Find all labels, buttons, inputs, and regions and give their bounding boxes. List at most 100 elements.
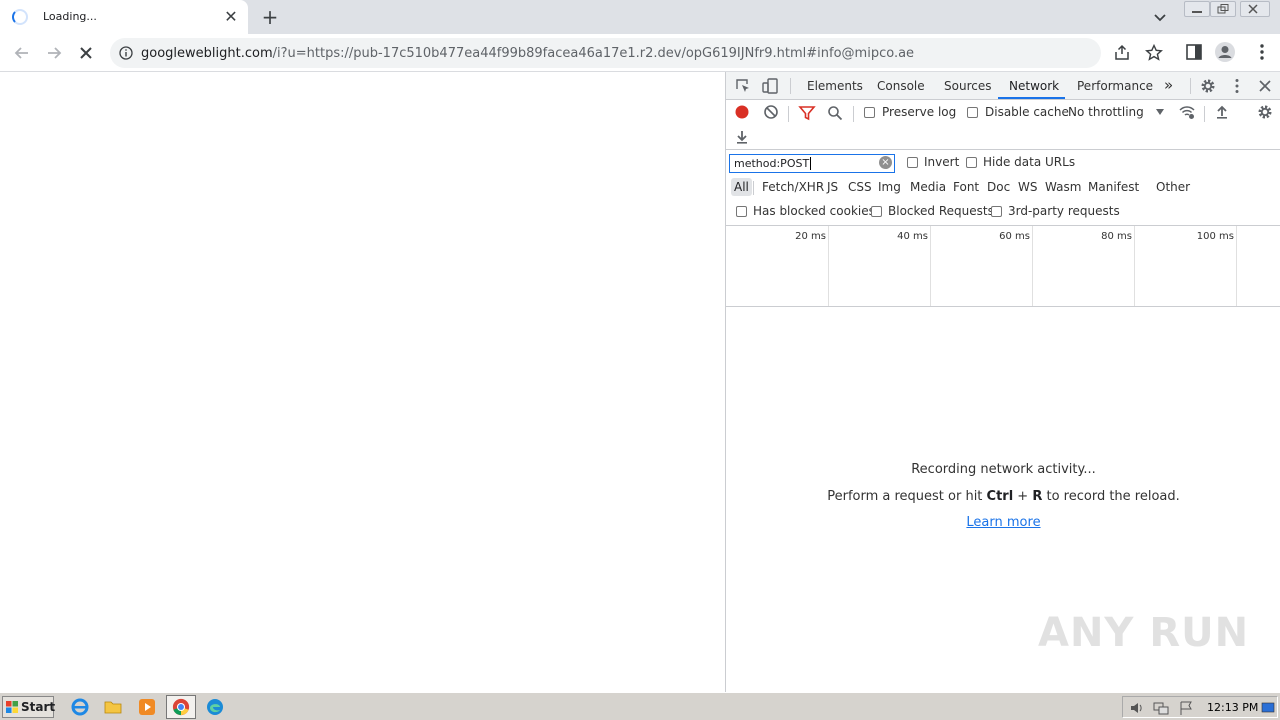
empty-state: Recording network activity... Perform a … [726,462,1280,530]
settings-gear-icon[interactable] [1199,77,1217,95]
type-filter-wasm[interactable]: Wasm [1042,178,1084,196]
network-tray-icon[interactable] [1153,700,1169,716]
edge-browser-icon[interactable] [205,697,225,717]
type-filter-doc[interactable]: Doc [984,178,1013,196]
preserve-log-label[interactable]: Preserve log [882,105,956,119]
anyrun-watermark-logo: ANY RUN [1038,610,1250,656]
tab-network[interactable]: Network [1009,79,1059,93]
tab-elements[interactable]: Elements [807,79,863,93]
network-conditions-icon[interactable] [1178,103,1196,121]
type-filter-all[interactable]: All [731,178,752,196]
blocked-requests-label[interactable]: Blocked Requests [888,204,994,218]
profile-avatar-icon[interactable] [1214,41,1236,63]
taskbar-chrome-active[interactable] [166,695,196,719]
timeline-gridline [930,226,931,306]
internet-explorer-icon[interactable] [70,697,90,717]
learn-more-link[interactable]: Learn more [966,515,1040,530]
type-filter-font[interactable]: Font [950,178,982,196]
network-overview-timeline[interactable]: 20 ms 40 ms 60 ms 80 ms 100 ms [726,226,1280,307]
active-tab-indicator [998,97,1065,99]
new-tab-button[interactable]: + [260,7,280,27]
export-har-download-icon[interactable] [733,128,751,146]
type-filter-fetch-xhr[interactable]: Fetch/XHR [759,178,827,196]
type-filter-css[interactable]: CSS [845,178,875,196]
address-bar[interactable]: googleweblight.com/i?u=https://pub-17c51… [110,38,1163,68]
show-desktop-icon[interactable] [1261,701,1275,715]
clear-icon[interactable] [762,103,780,121]
has-blocked-cookies-label[interactable]: Has blocked cookies [753,204,875,218]
type-divider [753,181,754,195]
forward-arrow-icon[interactable] [43,42,65,64]
minimize-button[interactable] [1184,1,1210,17]
stop-loading-icon[interactable] [75,42,97,64]
type-filter-ws[interactable]: WS [1015,178,1040,196]
invert-label[interactable]: Invert [924,155,959,169]
menu-kebab-icon[interactable] [1252,42,1272,62]
close-window-button[interactable] [1240,1,1270,17]
media-player-icon[interactable] [137,697,157,717]
disable-cache-checkbox[interactable] [967,107,978,118]
type-filter-media[interactable]: Media [907,178,949,196]
taskbar: Start 12:13 PM [0,692,1280,720]
network-settings-gear-icon[interactable] [1256,103,1274,121]
url-text[interactable]: googleweblight.com/i?u=https://pub-17c51… [141,46,914,61]
timeline-tick-label: 80 ms [1101,231,1132,242]
search-icon[interactable] [826,104,844,122]
timeline-gridline [1236,226,1237,306]
type-filter-img[interactable]: Img [875,178,904,196]
dropdown-triangle-icon [1156,109,1164,115]
throttling-select[interactable]: No throttling [1068,102,1168,122]
third-party-requests-label[interactable]: 3rd-party requests [1008,204,1120,218]
back-arrow-icon[interactable] [11,42,33,64]
filter-bar: method:POST × Invert Hide data URLs All … [726,150,1280,226]
bookmark-star-icon[interactable] [1144,43,1164,63]
preserve-log-checkbox[interactable] [864,107,875,118]
start-button[interactable]: Start [2,696,55,718]
action-center-flag-icon[interactable] [1178,700,1194,716]
inspect-element-icon[interactable] [734,77,752,95]
timeline-gridline [828,226,829,306]
file-explorer-folder-icon[interactable] [103,697,123,717]
side-panel-icon[interactable] [1184,42,1204,62]
blocked-requests-checkbox[interactable] [871,206,882,217]
type-filter-other[interactable]: Other [1153,178,1193,196]
import-har-upload-icon[interactable] [1213,103,1231,121]
site-info-icon[interactable] [119,46,133,60]
disable-cache-label[interactable]: Disable cache [985,105,1069,119]
browser-tab[interactable]: Loading... ✕ [0,0,248,34]
timeline-gridline [1032,226,1033,306]
hint-plus: + [1013,489,1033,504]
tab-sources[interactable]: Sources [944,79,991,93]
hint-suffix: to record the reload. [1042,489,1180,504]
has-blocked-cookies-checkbox[interactable] [736,206,747,217]
timeline-tick-label: 100 ms [1196,231,1234,242]
close-devtools-icon[interactable] [1256,77,1274,95]
filter-input-value: method:POST [734,157,810,170]
system-clock[interactable]: 12:13 PM [1207,701,1258,714]
devtools-tab-bar: Elements Console Sources Network Perform… [726,72,1280,100]
more-tabs-button[interactable]: » [1164,76,1173,94]
clear-filter-icon[interactable]: × [879,156,892,169]
timeline-tick-label: 60 ms [999,231,1030,242]
hide-data-urls-checkbox[interactable] [966,157,977,168]
tab-close-button[interactable]: ✕ [222,8,240,26]
tab-search-chevron-icon[interactable] [1152,9,1168,25]
tab-performance[interactable]: Performance [1077,79,1153,93]
third-party-requests-checkbox[interactable] [991,206,1002,217]
hide-data-urls-label[interactable]: Hide data URLs [983,155,1075,169]
restore-button[interactable] [1210,1,1236,17]
device-toolbar-icon[interactable] [761,77,779,95]
restore-icon [1217,4,1229,14]
volume-icon[interactable] [1129,700,1145,716]
filter-funnel-icon[interactable] [798,104,816,122]
tab-console[interactable]: Console [877,79,925,93]
type-filter-js[interactable]: JS [824,178,841,196]
record-icon[interactable] [733,103,751,121]
type-filter-manifest[interactable]: Manifest [1085,178,1142,196]
share-icon[interactable] [1112,43,1132,63]
toolbar-divider [1204,106,1205,122]
filter-input[interactable]: method:POST [729,154,895,173]
devtools-menu-icon[interactable] [1228,77,1246,95]
invert-checkbox[interactable] [907,157,918,168]
tab-divider [1190,78,1191,94]
